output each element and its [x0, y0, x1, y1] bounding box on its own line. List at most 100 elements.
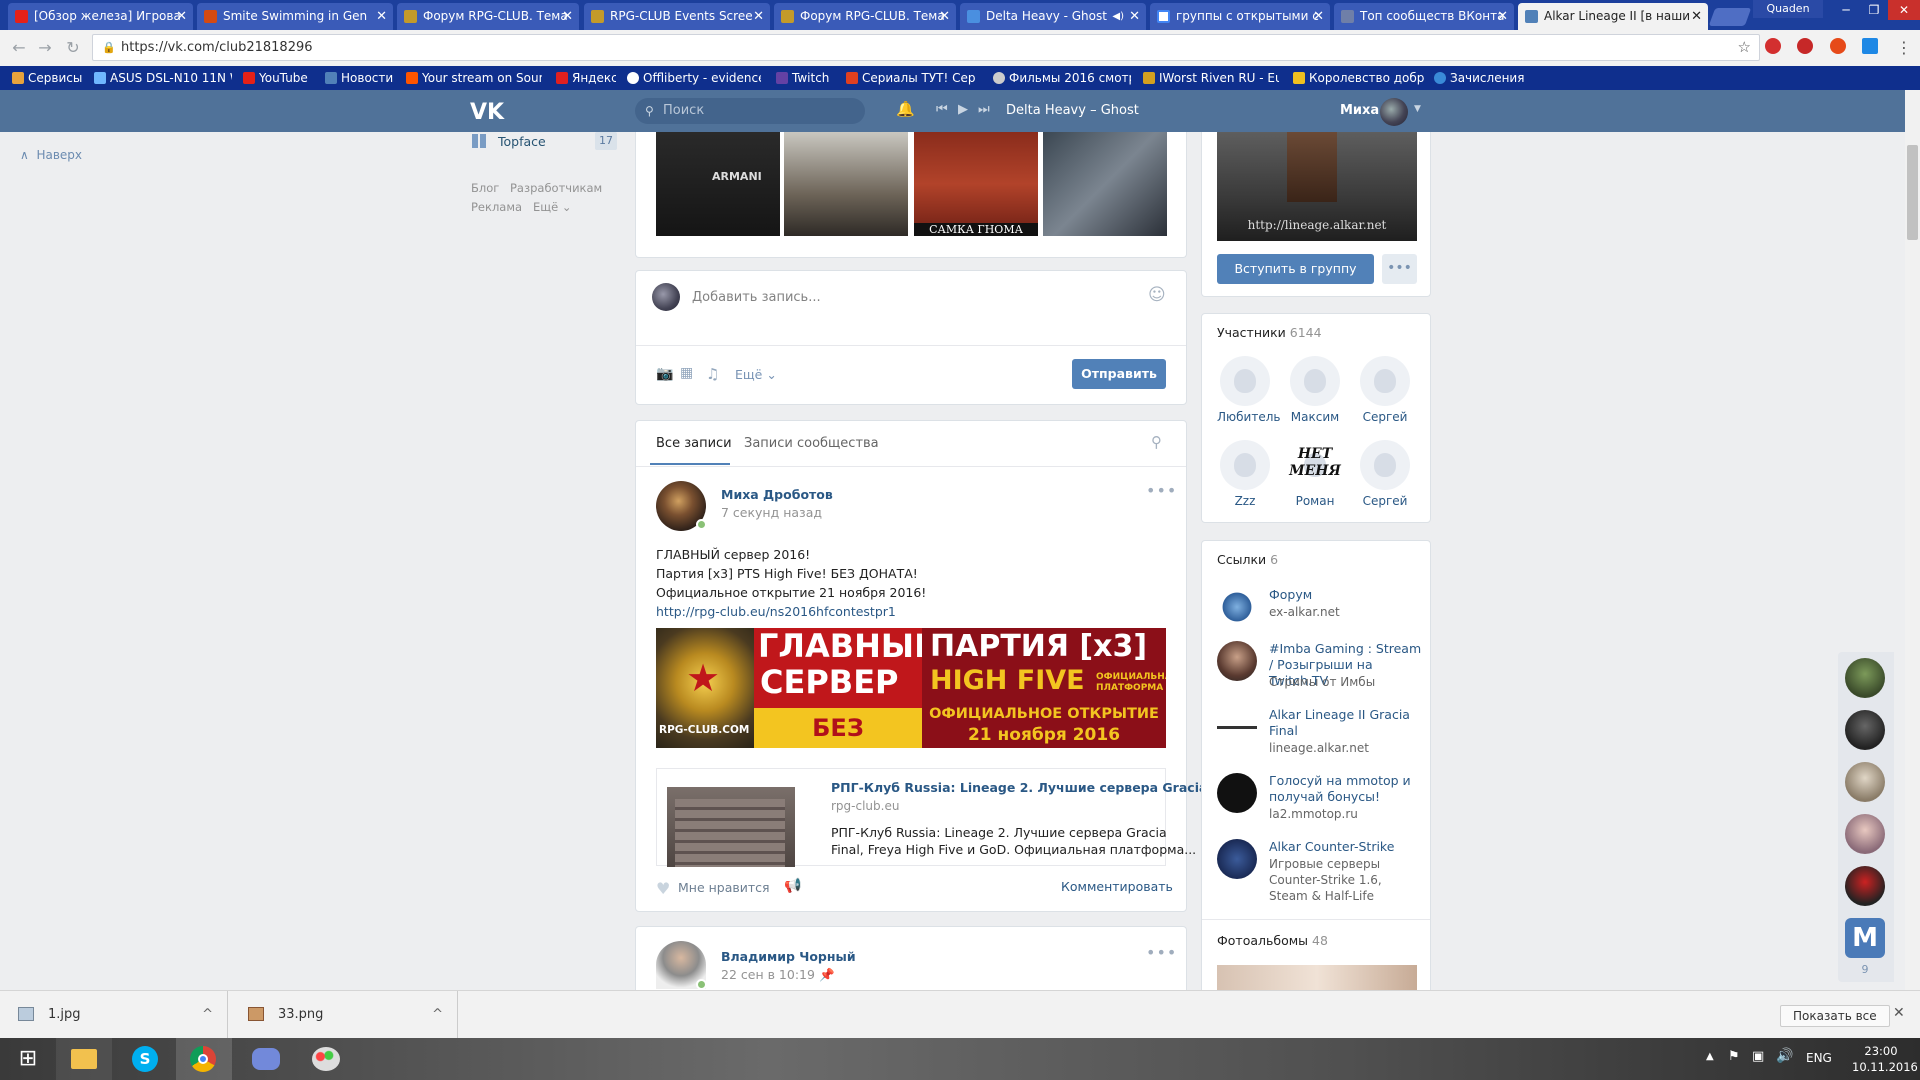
more-options-icon[interactable]: ••• — [1146, 481, 1177, 500]
link-snippet[interactable]: РПГ-Клуб Russia: Lineage 2. Лучшие серве… — [656, 768, 1222, 867]
discord-icon[interactable] — [238, 1038, 294, 1080]
new-tab-button[interactable] — [1708, 8, 1752, 26]
bell-icon[interactable]: 🔔 — [896, 100, 915, 118]
network-icon[interactable]: ▣ — [1752, 1049, 1764, 1064]
chevron-down-icon[interactable]: ▼ — [1414, 104, 1421, 114]
snippet-title[interactable]: РПГ-Клуб Russia: Lineage 2. Лучшие серве… — [831, 780, 1222, 795]
close-icon[interactable]: ✕ — [1893, 1005, 1905, 1021]
member-item[interactable]: Любитель — [1217, 356, 1280, 424]
bookmark-item[interactable]: IWorst Riven RU - Eur — [1141, 66, 1279, 90]
close-icon[interactable]: ✕ — [1129, 3, 1140, 30]
close-icon[interactable]: ✕ — [753, 3, 764, 30]
bookmark-item[interactable]: YouTube — [241, 66, 316, 90]
close-icon[interactable]: ✕ — [939, 3, 950, 30]
bookmark-star-icon[interactable]: ☆ — [1738, 35, 1751, 60]
photo-thumb[interactable] — [784, 132, 908, 236]
like-button[interactable]: Мне нравится — [678, 880, 770, 895]
post-link[interactable]: http://rpg-club.eu/ns2016hfcontestpr1 — [656, 602, 926, 621]
member-item[interactable]: Сергей — [1357, 440, 1413, 508]
chat-avatar[interactable] — [1845, 658, 1885, 698]
flag-icon[interactable]: ⚑ — [1728, 1049, 1740, 1064]
chevron-up-icon[interactable]: ^ — [202, 991, 213, 1039]
browser-tab[interactable]: Smite Swimming in Gen ✕ — [197, 3, 393, 30]
skype-icon[interactable]: S — [118, 1038, 174, 1080]
members-title[interactable]: Участники 6144 — [1217, 325, 1322, 340]
camera-icon[interactable]: 📷 — [656, 366, 673, 382]
member-item[interactable]: НЕТ МЕНЯ Роман — [1287, 440, 1343, 508]
bookmark-item[interactable]: Сервисы — [10, 66, 85, 90]
close-window-icon[interactable]: ✕ — [1888, 0, 1920, 20]
browser-tab[interactable]: группы с открытыми с ✕ — [1150, 3, 1330, 30]
post-author[interactable]: Владимир Чорный — [721, 949, 856, 964]
bookmark-item[interactable]: Зачисления — [1432, 66, 1532, 90]
post-input[interactable]: Добавить запись... — [692, 290, 821, 305]
share-icon[interactable]: 📢 — [784, 878, 801, 894]
member-item[interactable]: Сергей — [1357, 356, 1413, 424]
reload-icon[interactable]: ↻ — [62, 38, 84, 58]
download-item[interactable]: 1.jpg ^ — [0, 991, 228, 1039]
albums-title[interactable]: Фотоальбомы 48 — [1217, 933, 1328, 948]
member-item[interactable]: Максим — [1287, 356, 1343, 424]
join-group-button[interactable]: Вступить в группу — [1217, 254, 1374, 284]
download-icon[interactable] — [1862, 38, 1878, 54]
show-all-downloads-button[interactable]: Показать все — [1780, 1005, 1890, 1027]
group-cover-image[interactable]: http://lineage.alkar.net — [1217, 132, 1417, 241]
adblock-icon[interactable] — [1797, 38, 1813, 54]
tab-all-posts[interactable]: Все записи — [656, 436, 732, 451]
menu-icon[interactable]: ⋮ — [1893, 38, 1915, 58]
download-item[interactable]: 33.png ^ — [230, 991, 458, 1039]
chat-count[interactable]: 9 — [1845, 963, 1885, 976]
now-playing[interactable]: Delta Heavy – Ghost — [1006, 103, 1139, 118]
chat-avatar[interactable] — [1845, 762, 1885, 802]
bookmark-item[interactable]: Twitch — [774, 66, 846, 90]
bookmark-item[interactable]: Your stream on Sounc — [404, 66, 542, 90]
minimize-icon[interactable]: ─ — [1831, 0, 1861, 20]
footer-link-more[interactable]: Ещё ⌄ — [533, 200, 571, 214]
emoji-icon[interactable]: ☺ — [1148, 285, 1166, 305]
post-time[interactable]: 22 сен в 10:19 📌 — [721, 967, 835, 983]
post-banner-image[interactable]: ★ RPG-CLUB.COM ГЛАВНЫЙ СЕРВЕР БЕЗ ДОНАТА… — [656, 628, 1166, 748]
bookmark-item[interactable]: Сериалы ТУТ! Сериа — [844, 66, 976, 90]
chat-avatar-m[interactable]: M — [1845, 918, 1885, 958]
extension-icon[interactable] — [1765, 38, 1781, 54]
back-to-top[interactable]: ∧ Наверх — [20, 148, 82, 162]
chrome-icon[interactable] — [176, 1038, 232, 1080]
close-icon[interactable]: ✕ — [562, 3, 573, 30]
bookmark-item[interactable]: Offliberty - evidence c — [625, 66, 761, 90]
comment-button[interactable]: Комментировать — [1061, 879, 1173, 894]
prev-track-icon[interactable]: ⏮ — [936, 102, 948, 117]
address-bar[interactable]: 🔒 https://vk.com/club21818296 ☆ — [92, 34, 1760, 61]
footer-link-ads[interactable]: Реклама — [471, 200, 522, 214]
close-icon[interactable]: ✕ — [376, 3, 387, 30]
close-icon[interactable]: ✕ — [1691, 3, 1702, 30]
photo-thumb[interactable]: ARMANI — [656, 132, 780, 236]
sidebar-item-topface[interactable]: Topface 17 — [470, 131, 620, 153]
forward-icon[interactable]: → — [34, 38, 56, 58]
maximize-icon[interactable]: ❐ — [1859, 0, 1889, 20]
back-icon[interactable]: ← — [8, 38, 30, 58]
browser-tab-active[interactable]: Alkar Lineage II [в наши ✕ — [1518, 3, 1708, 30]
search-icon[interactable]: ⚲ — [1151, 433, 1162, 451]
video-icon[interactable]: ▦ — [680, 365, 693, 381]
heart-icon[interactable]: ♥ — [656, 879, 670, 898]
close-icon[interactable]: ✕ — [1313, 3, 1324, 30]
browser-tab[interactable]: Топ сообществ ВКонта ✕ — [1334, 3, 1514, 30]
avatar[interactable] — [1380, 98, 1408, 126]
tray-expand-icon[interactable]: ▲ — [1706, 1051, 1714, 1062]
browser-tab[interactable]: RPG-CLUB Events Scree ✕ — [584, 3, 770, 30]
close-icon[interactable]: ✕ — [176, 3, 187, 30]
album-thumb[interactable] — [1217, 965, 1417, 991]
vk-logo[interactable]: VK — [470, 100, 504, 125]
next-track-icon[interactable]: ⏭ — [978, 102, 990, 117]
bookmark-item[interactable]: Фильмы 2016 смотре — [991, 66, 1131, 90]
explorer-icon[interactable] — [56, 1038, 112, 1080]
windows-start-icon[interactable]: ⊞ — [0, 1038, 56, 1080]
chat-avatar[interactable] — [1845, 814, 1885, 854]
paint-icon[interactable] — [298, 1038, 354, 1080]
play-icon[interactable]: ▶ — [958, 102, 968, 117]
scrollbar-thumb[interactable] — [1907, 145, 1918, 240]
browser-tab[interactable]: Форум RPG-CLUB. Тема ✕ — [774, 3, 956, 30]
footer-link-blog[interactable]: Блог — [471, 181, 499, 195]
speaker-icon[interactable]: ◀) — [1112, 3, 1124, 30]
post-time[interactable]: 7 секунд назад — [721, 505, 822, 520]
